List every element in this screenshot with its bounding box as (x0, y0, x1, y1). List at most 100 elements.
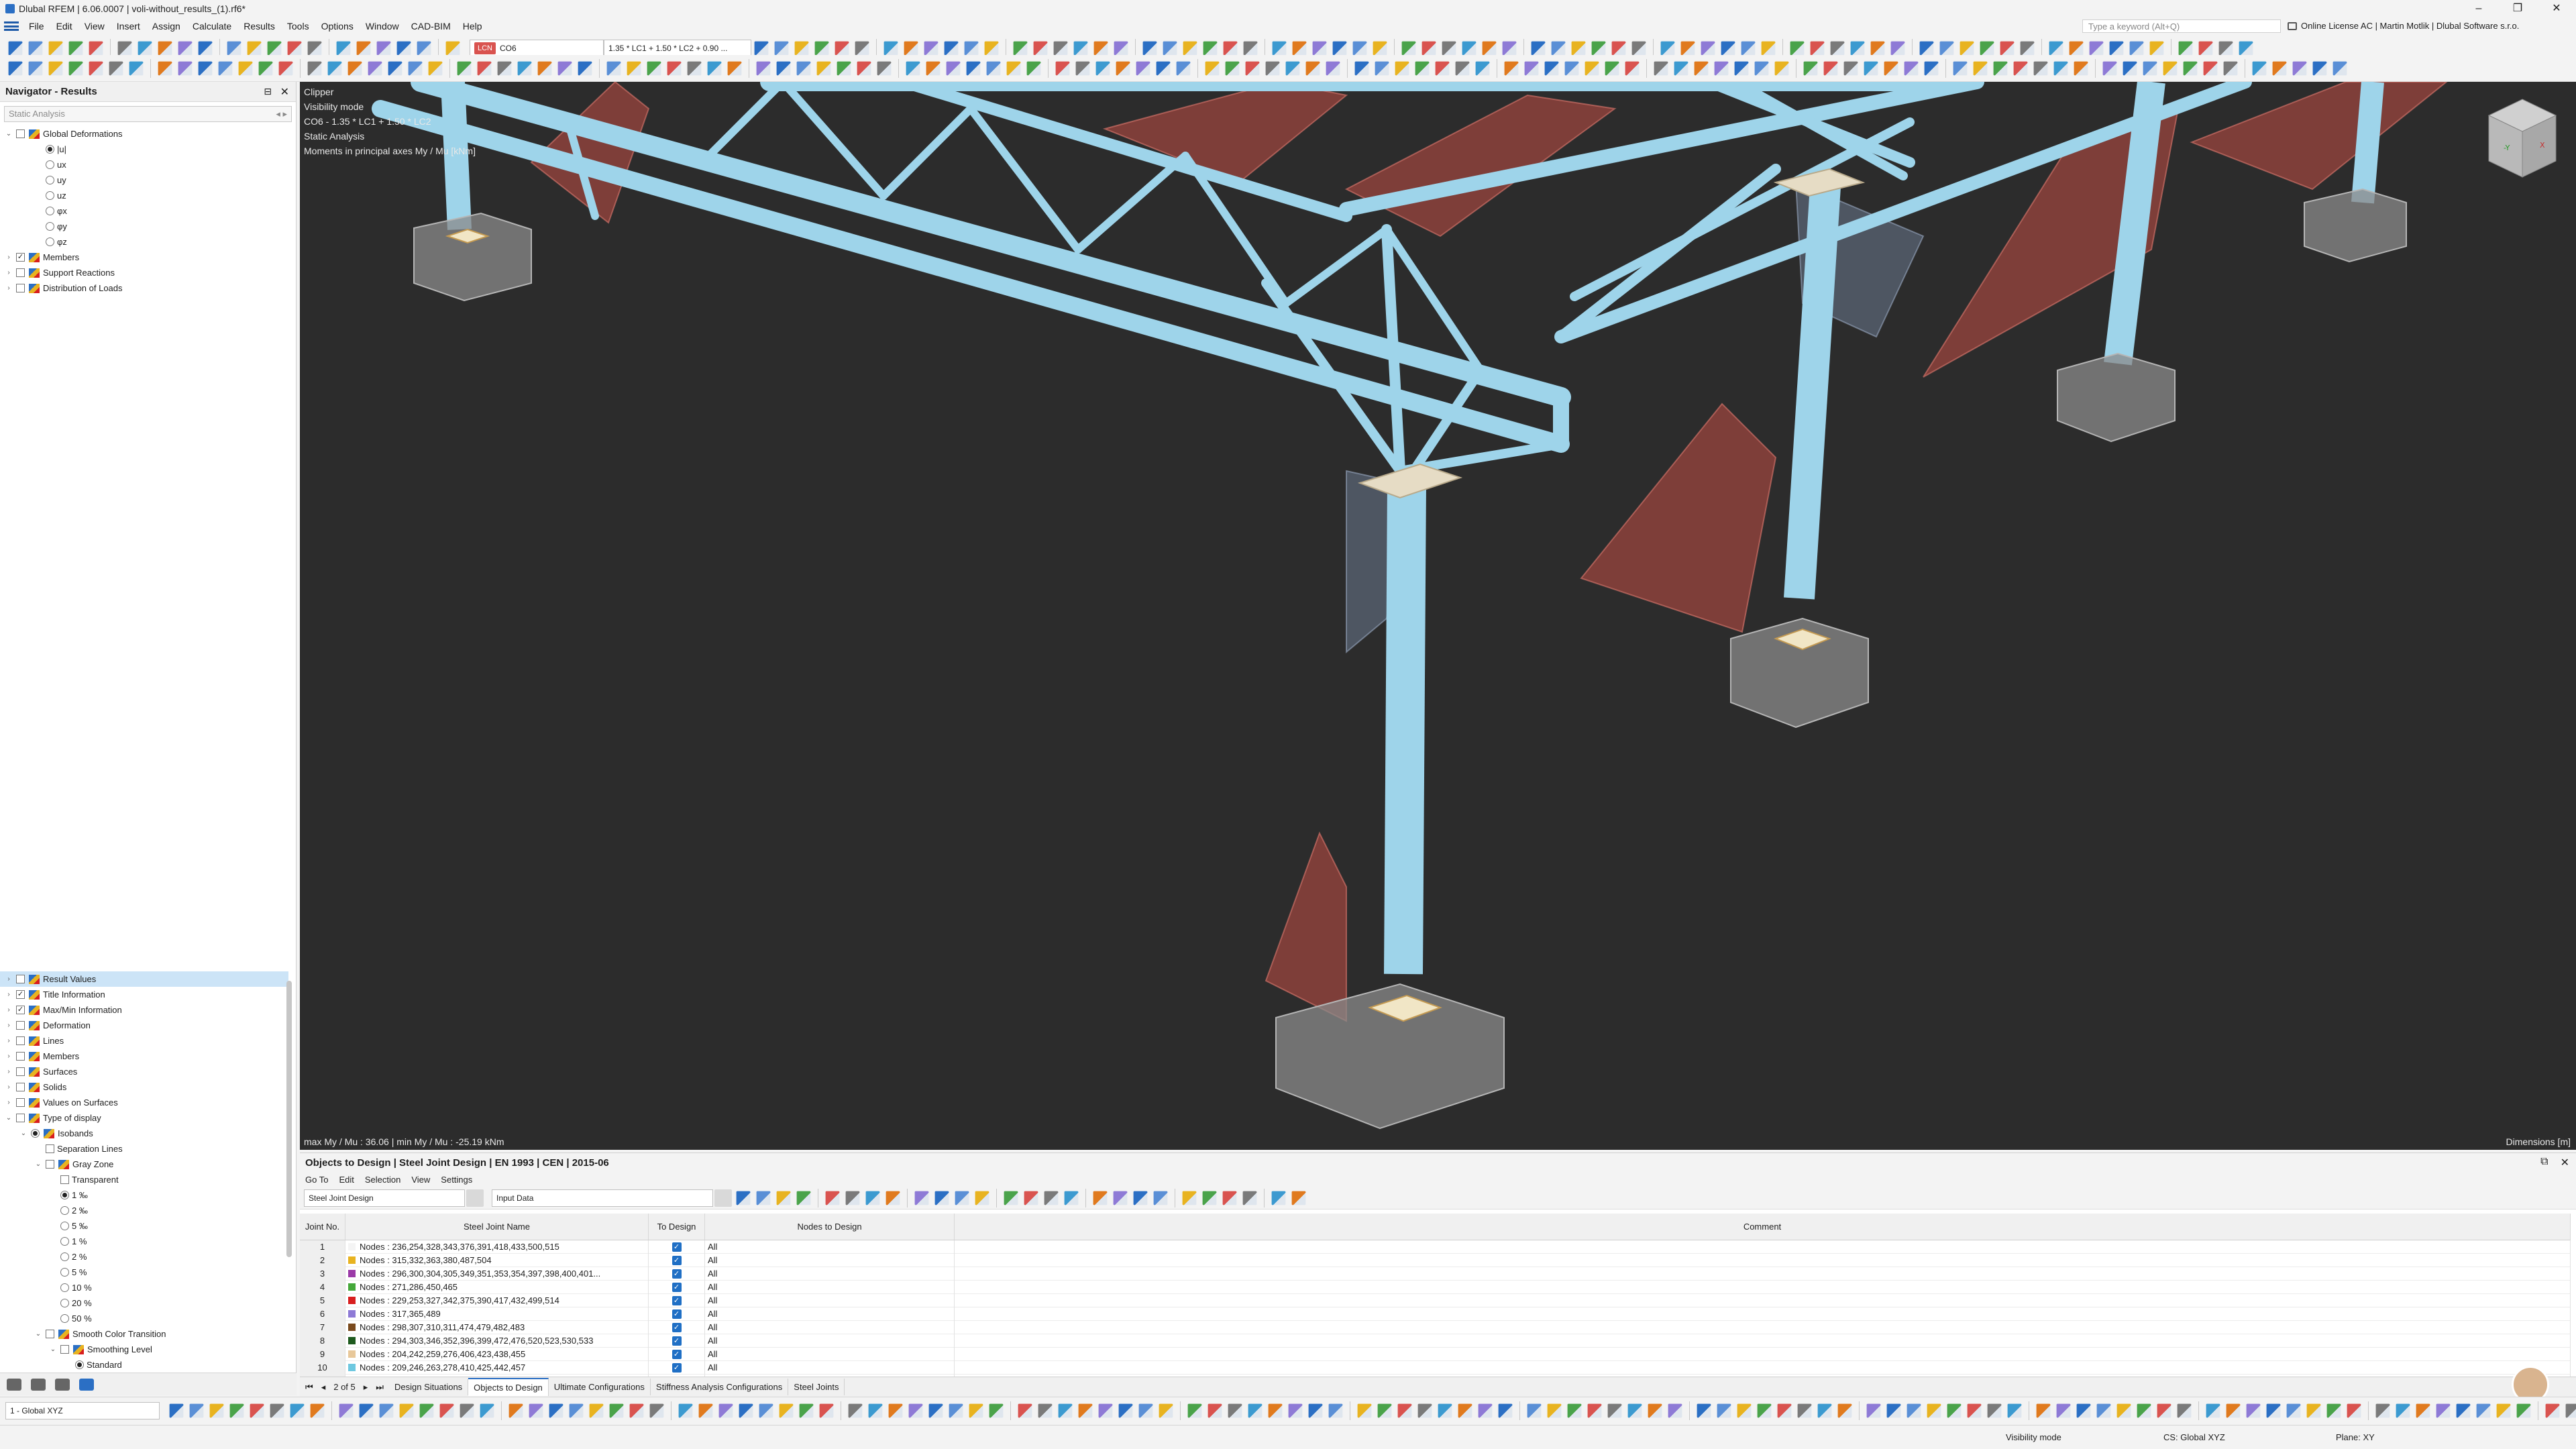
toolbar-tool-icon[interactable] (1823, 61, 1838, 75)
tree-item-surfaces[interactable]: › Surfaces (0, 1064, 288, 1079)
toolbar-tool-icon[interactable] (1292, 41, 1307, 55)
toolbar-tool-icon[interactable] (1328, 1403, 1343, 1417)
toolbar-tool-icon[interactable] (1734, 61, 1749, 75)
toolbar-tool-icon[interactable] (537, 61, 552, 75)
toolbar-tool-icon[interactable] (1967, 1403, 1982, 1417)
toolbar-tool-icon[interactable] (497, 61, 512, 75)
toolbar-tool-icon[interactable] (178, 61, 193, 75)
toolbar-tool-icon[interactable] (2157, 1403, 2171, 1417)
toolbar-tool-icon[interactable] (1375, 61, 1389, 75)
menu-calculate[interactable]: Calculate (186, 17, 237, 35)
cell-comment[interactable] (955, 1320, 2571, 1334)
to-design-checkbox[interactable]: ✓ (672, 1269, 682, 1279)
toolbar-tool-icon[interactable] (1006, 61, 1021, 75)
tree-item-deformation[interactable]: › Deformation (0, 1018, 288, 1033)
toolbar-tool-icon[interactable] (8, 61, 23, 75)
toolbar-tool-icon[interactable] (2246, 1403, 2261, 1417)
toolbar-tool-icon[interactable] (1973, 61, 1988, 75)
toolbar-tool-icon[interactable] (388, 61, 402, 75)
tree-item-smoothing-level[interactable]: ⌄ Smoothing Level (0, 1342, 288, 1357)
checkbox[interactable] (16, 975, 25, 983)
radio-button[interactable] (46, 237, 54, 246)
tree-item-5[interactable]: 5 % (0, 1265, 288, 1280)
cell-nodes-to-design[interactable]: All (705, 1267, 955, 1281)
toolbar-tool-icon[interactable] (1223, 41, 1238, 55)
toolbar-tool-icon[interactable] (2332, 61, 2347, 75)
checkbox[interactable] (16, 1114, 25, 1122)
expander-icon[interactable]: › (4, 1006, 13, 1014)
toolbar-tool-icon[interactable] (1648, 1403, 1662, 1417)
tree-item-max-min-information[interactable]: › ✓ Max/Min Information (0, 1002, 288, 1018)
prev-arrow-icon[interactable] (466, 1189, 484, 1207)
table-row[interactable]: 9 Nodes : 204,242,259,276,406,423,438,455… (300, 1347, 2571, 1361)
prev-page-icon[interactable]: ◂ (321, 1382, 326, 1393)
panel-menu-edit[interactable]: Edit (333, 1175, 359, 1185)
toolbar-tool-icon[interactable] (28, 41, 43, 55)
toolbar-tool-icon[interactable] (928, 1403, 943, 1417)
toolbar-tool-icon[interactable] (399, 1403, 414, 1417)
toolbar-tool-icon[interactable] (1156, 61, 1171, 75)
toolbar-tool-icon[interactable] (1308, 1403, 1323, 1417)
cell-steel-joint-name[interactable]: Nodes : 229,253,327,342,375,390,417,432,… (345, 1293, 649, 1307)
tab-objects-to-design[interactable]: Objects to Design (468, 1378, 549, 1396)
views-tab-icon[interactable] (55, 1378, 70, 1391)
radio-button[interactable] (75, 1360, 84, 1369)
cell-comment[interactable] (955, 1360, 2571, 1375)
tree-item-members[interactable]: › Members (0, 1049, 288, 1064)
toolbar-tool-icon[interactable] (1271, 1191, 1286, 1205)
toolbar-tool-icon[interactable] (339, 1403, 354, 1417)
tree-item-50[interactable]: 50 % (0, 1311, 288, 1326)
toolbar-tool-icon[interactable] (1571, 41, 1586, 55)
toolbar-tool-icon[interactable] (480, 1403, 494, 1417)
checkbox[interactable] (16, 1036, 25, 1045)
toolbar-tool-icon[interactable] (1033, 41, 1048, 55)
tree-item-1[interactable]: 1 % (0, 1234, 288, 1249)
toolbar-tool-icon[interactable] (2416, 1403, 2430, 1417)
toolbar-tool-icon[interactable] (774, 41, 789, 55)
display-tab-icon[interactable] (31, 1378, 46, 1391)
toolbar-tool-icon[interactable] (946, 61, 961, 75)
toolbar-tool-icon[interactable] (1242, 1191, 1257, 1205)
toolbar-tool-icon[interactable] (1455, 61, 1470, 75)
toolbar-tool-icon[interactable] (1502, 41, 1517, 55)
cell-nodes-to-design[interactable]: All (705, 1307, 955, 1321)
toolbar-tool-icon[interactable] (2545, 1403, 2560, 1417)
toolbar-tool-icon[interactable] (1741, 41, 1756, 55)
cell-nodes-to-design[interactable]: All (705, 1253, 955, 1267)
toolbar-tool-icon[interactable] (1924, 61, 1939, 75)
toolbar-tool-icon[interactable] (868, 1403, 883, 1417)
toolbar-tool-icon[interactable] (1721, 41, 1735, 55)
toolbar-tool-icon[interactable] (984, 41, 999, 55)
toolbar-tool-icon[interactable] (835, 41, 849, 55)
toolbar-tool-icon[interactable] (1064, 1191, 1079, 1205)
toolbar-tool-icon[interactable] (1697, 1403, 1711, 1417)
toolbar-tool-icon[interactable] (1947, 1403, 1962, 1417)
toolbar-tool-icon[interactable] (250, 1403, 264, 1417)
toolbar-tool-icon[interactable] (1803, 61, 1818, 75)
toolbar-tool-icon[interactable] (1053, 41, 1068, 55)
toolbar-tool-icon[interactable] (445, 41, 460, 55)
toolbar-tool-icon[interactable] (1153, 1191, 1168, 1205)
col-nodes-to-design[interactable]: Nodes to Design (705, 1214, 955, 1240)
cell-to-design[interactable]: ✓ (649, 1360, 705, 1375)
cell-steel-joint-name[interactable]: Nodes : 271,286,450,465 (345, 1280, 649, 1294)
toolbar-tool-icon[interactable] (1159, 1403, 1173, 1417)
toolbar-tool-icon[interactable] (1163, 41, 1177, 55)
toolbar-tool-icon[interactable] (1058, 1403, 1073, 1417)
keyword-search-input[interactable]: Type a keyword (Alt+Q) (2082, 19, 2281, 33)
toolbar-tool-icon[interactable] (1837, 1403, 1852, 1417)
panel-menu-selection[interactable]: Selection (360, 1175, 406, 1185)
toolbar-tool-icon[interactable] (209, 1403, 224, 1417)
tree-item-5[interactable]: 5 ‰ (0, 1218, 288, 1234)
toolbar-tool-icon[interactable] (1352, 41, 1367, 55)
toolbar-tool-icon[interactable] (1421, 41, 1436, 55)
expander-icon[interactable]: › (4, 1068, 13, 1075)
cell-steel-joint-name[interactable]: Nodes : 236,254,328,343,376,391,418,433,… (345, 1240, 649, 1254)
checkbox[interactable]: ✓ (16, 1006, 25, 1014)
toolbar-tool-icon[interactable] (796, 1191, 811, 1205)
toolbar-tool-icon[interactable] (1435, 61, 1450, 75)
toolbar-tool-icon[interactable] (589, 1403, 604, 1417)
first-page-icon[interactable]: ⏮ (305, 1382, 313, 1393)
checkbox[interactable] (16, 1083, 25, 1091)
pin-icon[interactable]: ⊟ (264, 86, 272, 97)
